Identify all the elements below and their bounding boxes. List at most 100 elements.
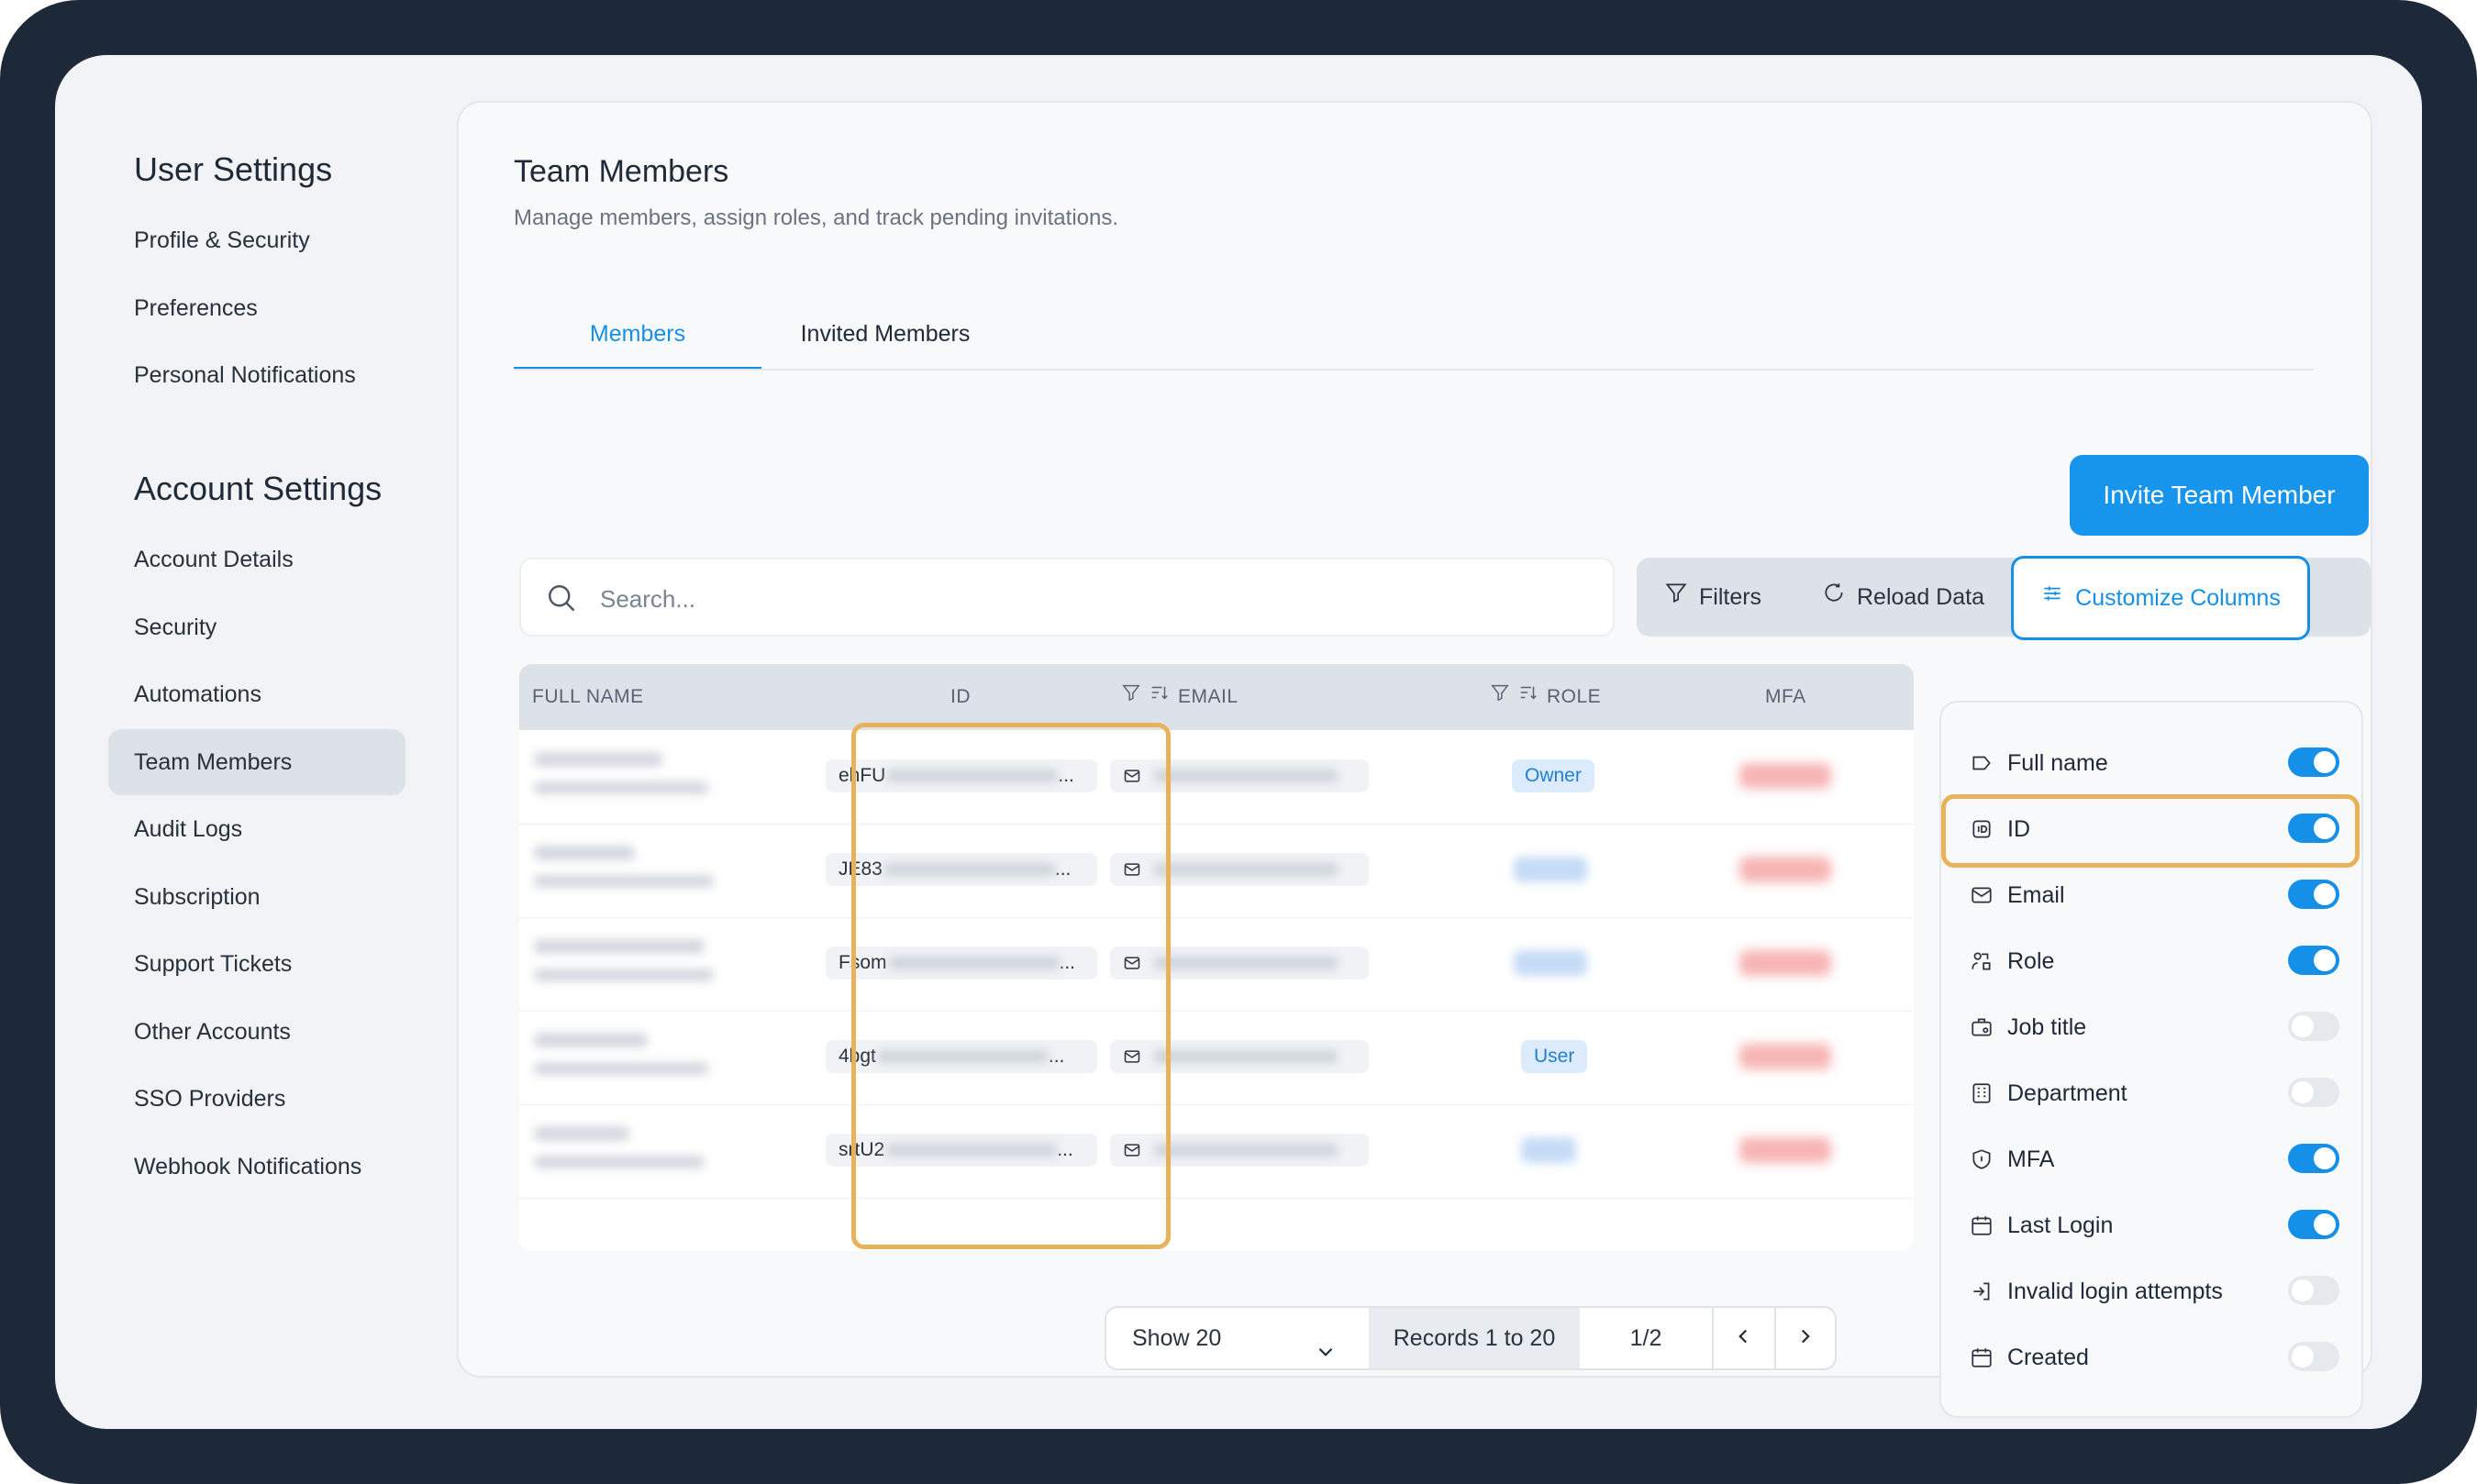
login-icon <box>1969 1279 1994 1304</box>
column-header-full-name[interactable]: FULL NAME <box>532 664 644 730</box>
column-option-mfa[interactable]: MFA <box>1969 1132 2339 1187</box>
mfa-status-redacted <box>1739 857 1831 882</box>
sidebar-item-audit-logs[interactable]: Audit Logs <box>108 796 405 862</box>
column-toggle[interactable] <box>2288 1078 2339 1107</box>
column-toggle[interactable] <box>2288 1012 2339 1041</box>
invite-team-member-button[interactable]: Invite Team Member <box>2070 455 2369 536</box>
column-option-label: Role <box>2007 947 2055 974</box>
role-icon <box>1969 948 1994 974</box>
tabs-divider <box>514 369 2314 371</box>
tab-members[interactable]: Members <box>514 312 761 371</box>
full-name-redacted <box>534 1033 648 1047</box>
column-toggle[interactable] <box>2288 1144 2339 1173</box>
search-box <box>519 558 1615 637</box>
column-header-mfa[interactable]: MFA <box>1765 664 1806 730</box>
sliders-icon <box>2040 559 2064 637</box>
device-frame: User Settings Profile & Security Prefere… <box>0 0 2477 1484</box>
reload-data-button[interactable]: Reload Data <box>1822 558 1984 637</box>
joined-date-redacted <box>534 1156 705 1168</box>
mfa-status-redacted <box>1739 1044 1831 1069</box>
filters-label: Filters <box>1699 584 1762 610</box>
table-row[interactable]: JE83... <box>519 824 1914 918</box>
records-range: Records 1 to 20 <box>1369 1308 1580 1368</box>
search-input[interactable] <box>598 578 1574 620</box>
sidebar-item-automations[interactable]: Automations <box>108 661 405 727</box>
sidebar-item-webhook-notifications[interactable]: Webhook Notifications <box>108 1134 405 1200</box>
column-option-label: Invalid login attempts <box>2007 1278 2223 1304</box>
sidebar-item-security[interactable]: Security <box>108 594 405 660</box>
column-option-last-login[interactable]: Last Login <box>1969 1198 2339 1253</box>
calendar-icon <box>1969 1213 1994 1238</box>
column-toggle[interactable] <box>2288 748 2339 777</box>
email-redacted <box>1154 1144 1338 1157</box>
next-page-button[interactable] <box>1774 1308 1835 1368</box>
filter-icon <box>1664 558 1688 637</box>
joined-date-redacted <box>534 1062 708 1075</box>
sidebar-item-profile-security[interactable]: Profile & Security <box>108 207 405 273</box>
chevron-right-icon <box>1794 1324 1817 1353</box>
column-header-id[interactable]: ID <box>950 664 971 730</box>
sidebar-item-other-accounts[interactable]: Other Accounts <box>108 999 405 1065</box>
column-option-label: Full name <box>2007 749 2108 776</box>
chevron-left-icon <box>1731 1324 1755 1353</box>
briefcase-icon <box>1969 1014 1994 1040</box>
previous-page-button[interactable] <box>1712 1308 1776 1368</box>
page-size-select[interactable]: Show 20 <box>1106 1308 1369 1368</box>
sidebar-item-personal-notifications[interactable]: Personal Notifications <box>108 342 405 408</box>
search-icon <box>545 581 578 619</box>
column-option-department[interactable]: Department <box>1969 1066 2339 1121</box>
column-header-role-group: ROLE <box>1490 664 1601 730</box>
sidebar-item-preferences[interactable]: Preferences <box>108 275 405 341</box>
customize-columns-label: Customize Columns <box>2075 585 2281 611</box>
column-toggle[interactable] <box>2288 1342 2339 1371</box>
pagination-bar: Show 20 Records 1 to 20 1/2 <box>1105 1306 1837 1370</box>
sidebar-item-account-details[interactable]: Account Details <box>108 526 405 592</box>
column-toggle[interactable] <box>2288 946 2339 975</box>
sidebar-item-support-tickets[interactable]: Support Tickets <box>108 931 405 997</box>
email-redacted <box>1154 863 1338 876</box>
app-screen: User Settings Profile & Security Prefere… <box>55 55 2422 1429</box>
id-option-highlight <box>1941 794 2360 868</box>
joined-date-redacted <box>534 875 714 888</box>
table-row[interactable]: srtU2... <box>519 1104 1914 1199</box>
column-toggle[interactable] <box>2288 1210 2339 1239</box>
column-option-label: Email <box>2007 881 2065 908</box>
column-option-email[interactable]: Email <box>1969 868 2339 923</box>
joined-date-redacted <box>534 969 714 981</box>
filters-button[interactable]: Filters <box>1664 558 1761 637</box>
table-row[interactable]: ehFU... Owner <box>519 730 1914 825</box>
column-option-created[interactable]: Created <box>1969 1330 2339 1385</box>
tag-icon <box>1969 750 1994 776</box>
mail-icon <box>1969 882 1994 908</box>
column-option-role[interactable]: Role <box>1969 934 2339 989</box>
members-table: FULL NAME ID EMAIL ROLE MFA ehFU ... Own… <box>519 664 1914 1251</box>
column-option-job-title[interactable]: Job title <box>1969 1000 2339 1055</box>
sidebar-item-team-members[interactable]: Team Members <box>108 729 405 795</box>
sidebar-item-sso-providers[interactable]: SSO Providers <box>108 1066 405 1132</box>
customize-columns-button[interactable]: Customize Columns <box>2011 556 2310 640</box>
role-badge-redacted <box>1521 1137 1576 1163</box>
column-option-full-name[interactable]: Full name <box>1969 736 2339 791</box>
building-icon <box>1969 1080 1994 1106</box>
table-row[interactable]: 4bgt... User <box>519 1011 1914 1105</box>
table-row[interactable]: Fsom... <box>519 917 1914 1012</box>
column-toggle[interactable] <box>2288 1276 2339 1305</box>
chevron-down-icon <box>1314 1326 1338 1368</box>
reload-data-label: Reload Data <box>1857 584 1984 610</box>
sort-icon[interactable] <box>1149 664 1171 730</box>
sidebar-item-subscription[interactable]: Subscription <box>108 864 405 930</box>
full-name-redacted <box>534 939 705 954</box>
role-badge: User <box>1521 1040 1588 1073</box>
column-toggle[interactable] <box>2288 880 2339 909</box>
column-header-email[interactable]: EMAIL <box>1178 664 1238 730</box>
sort-icon[interactable] <box>1517 664 1539 730</box>
full-name-redacted <box>534 1126 629 1141</box>
column-option-invalid-login-attempts[interactable]: Invalid login attempts <box>1969 1264 2339 1319</box>
column-header-role[interactable]: ROLE <box>1547 664 1601 730</box>
filter-icon[interactable] <box>1490 664 1510 730</box>
account-settings-heading: Account Settings <box>134 470 383 507</box>
email-redacted <box>1154 1050 1338 1063</box>
tab-invited-members[interactable]: Invited Members <box>761 312 1009 371</box>
reload-icon <box>1822 558 1846 637</box>
filter-icon[interactable] <box>1121 664 1141 730</box>
